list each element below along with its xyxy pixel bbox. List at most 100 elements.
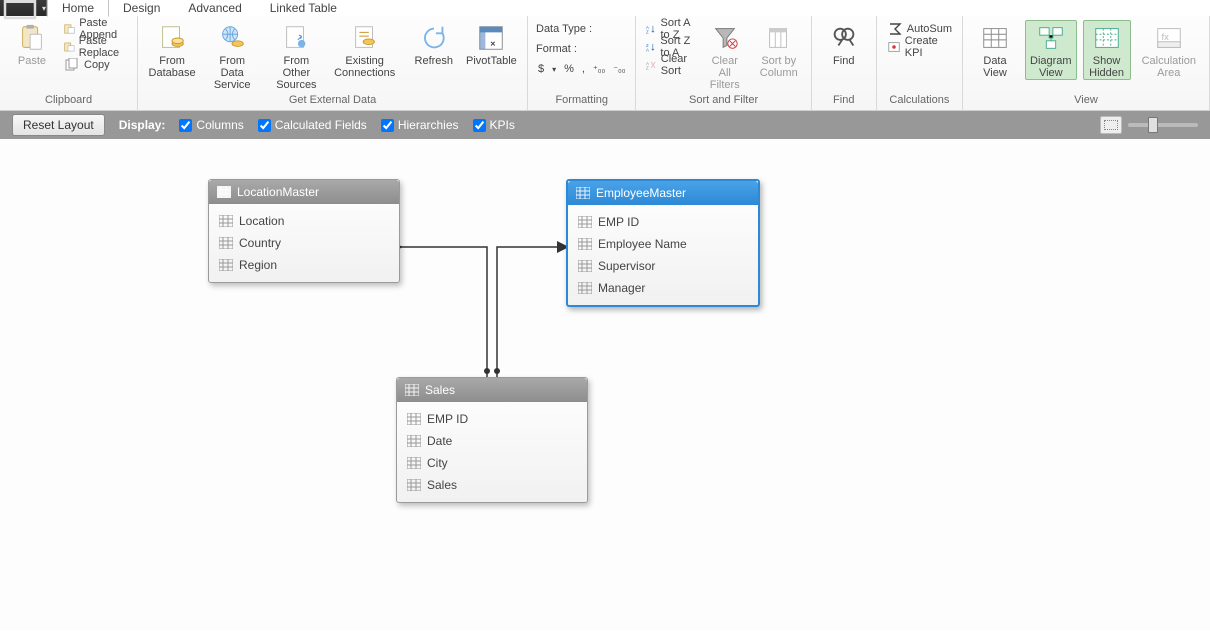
clear-sort-label: Clear Sort xyxy=(661,53,693,77)
comma-format-button[interactable]: , xyxy=(580,63,587,75)
group-get-external-data: FromDatabase From DataService From Other… xyxy=(138,16,528,110)
data-view-label: DataView xyxy=(983,55,1007,79)
find-label: Find xyxy=(833,55,854,67)
calculation-area-button[interactable]: fx CalculationArea xyxy=(1137,20,1201,80)
from-data-service-label: From DataService xyxy=(209,55,255,91)
column-employee-name[interactable]: Employee Name xyxy=(574,233,752,255)
table-locationmaster[interactable]: LocationMaster Location Country Region xyxy=(208,179,400,283)
sort-by-column-label: Sort byColumn xyxy=(760,55,798,79)
increase-decimal-button[interactable]: ⁺₀₀ xyxy=(591,64,607,75)
column-manager[interactable]: Manager xyxy=(574,277,752,299)
hierarchies-checkbox[interactable]: Hierarchies xyxy=(381,118,459,132)
from-database-label: FromDatabase xyxy=(149,55,196,79)
existing-connections-button[interactable]: ExistingConnections xyxy=(332,20,396,80)
group-calculations: AutoSum Create KPI Calculations xyxy=(877,16,963,110)
show-hidden-button[interactable]: ShowHidden xyxy=(1083,20,1131,80)
copy-button[interactable]: Copy xyxy=(62,56,129,74)
column-date[interactable]: Date xyxy=(403,430,581,452)
from-other-sources-label: From OtherSources xyxy=(271,55,321,91)
table-header[interactable]: EmployeeMaster xyxy=(568,181,758,205)
sort-by-column-button[interactable]: Sort byColumn xyxy=(755,20,803,80)
refresh-label: Refresh xyxy=(415,55,454,67)
kpis-checkbox[interactable]: KPIs xyxy=(473,118,515,132)
column-sales[interactable]: Sales xyxy=(403,474,581,496)
pivottable-label: PivotTable xyxy=(466,55,517,67)
svg-text:Z: Z xyxy=(646,66,649,71)
from-database-button[interactable]: FromDatabase xyxy=(146,20,198,80)
from-data-service-button[interactable]: From DataService xyxy=(204,20,260,92)
copy-label: Copy xyxy=(84,59,110,71)
app-menu-icon[interactable]: ▾ xyxy=(0,0,47,16)
group-view-label: View xyxy=(971,94,1201,108)
table-header[interactable]: Sales xyxy=(397,378,587,402)
table-title: EmployeeMaster xyxy=(596,186,686,200)
paste-label: Paste xyxy=(18,55,46,67)
group-clipboard: Paste Paste Append Paste Replace Copy Cl… xyxy=(0,16,138,110)
currency-format-button[interactable]: $ xyxy=(536,63,546,75)
column-supervisor[interactable]: Supervisor xyxy=(574,255,752,277)
table-title: LocationMaster xyxy=(237,185,319,199)
data-view-button[interactable]: DataView xyxy=(971,20,1019,80)
group-sort-filter: AZSort A to Z ZASort Z to A AZClear Sort… xyxy=(636,16,811,110)
diagram-view-label: DiagramView xyxy=(1030,55,1072,79)
table-employeemaster[interactable]: EmployeeMaster EMP ID Employee Name Supe… xyxy=(566,179,760,307)
menu-tabs: ▾ Home Design Advanced Linked Table xyxy=(0,0,1210,16)
table-title: Sales xyxy=(425,383,455,397)
fit-to-screen-button[interactable] xyxy=(1100,116,1122,134)
table-sales[interactable]: Sales EMP ID Date City Sales xyxy=(396,377,588,503)
tab-linked-table[interactable]: Linked Table xyxy=(256,0,351,16)
calculated-fields-checkbox[interactable]: Calculated Fields xyxy=(258,118,367,132)
display-toolbar: Reset Layout Display: Columns Calculated… xyxy=(0,111,1210,139)
svg-text:fx: fx xyxy=(1161,32,1169,42)
from-other-sources-button[interactable]: From OtherSources xyxy=(266,20,326,92)
find-button[interactable]: Find xyxy=(820,20,868,68)
create-kpi-button[interactable]: Create KPI xyxy=(885,38,954,56)
tab-home[interactable]: Home xyxy=(47,0,109,17)
table-icon xyxy=(576,187,590,199)
group-find: Find Find xyxy=(812,16,877,110)
group-get-external-data-label: Get External Data xyxy=(146,94,519,108)
column-emp-id[interactable]: EMP ID xyxy=(574,211,752,233)
display-label: Display: xyxy=(119,118,166,132)
show-hidden-label: ShowHidden xyxy=(1089,55,1124,79)
group-view: DataView DiagramView ShowHidden fx Calcu… xyxy=(963,16,1210,110)
data-type-label[interactable]: Data Type : xyxy=(536,20,627,38)
table-icon xyxy=(217,186,231,198)
clear-all-filters-button[interactable]: Clear AllFilters xyxy=(701,20,749,92)
diagram-view-button[interactable]: DiagramView xyxy=(1025,20,1077,80)
columns-checkbox[interactable]: Columns xyxy=(179,118,243,132)
table-icon xyxy=(405,384,419,396)
paste-replace-button[interactable]: Paste Replace xyxy=(62,38,129,56)
clear-sort-button[interactable]: AZClear Sort xyxy=(644,56,694,74)
zoom-slider[interactable] xyxy=(1128,123,1198,127)
pivottable-button[interactable]: PivotTable xyxy=(464,20,519,68)
column-city[interactable]: City xyxy=(403,452,581,474)
format-label[interactable]: Format : xyxy=(536,40,627,58)
svg-text:A: A xyxy=(646,47,649,52)
decrease-decimal-button[interactable]: ⁻₀₀ xyxy=(611,64,627,75)
reset-layout-button[interactable]: Reset Layout xyxy=(12,114,105,136)
group-formatting-label: Formatting xyxy=(536,94,627,108)
tab-advanced[interactable]: Advanced xyxy=(174,0,255,16)
group-clipboard-label: Clipboard xyxy=(8,94,129,108)
group-calculations-label: Calculations xyxy=(885,94,954,108)
clear-all-filters-label: Clear AllFilters xyxy=(706,55,744,91)
existing-connections-label: ExistingConnections xyxy=(334,55,395,79)
percent-format-button[interactable]: % xyxy=(562,63,576,75)
column-region[interactable]: Region xyxy=(215,254,393,276)
group-sort-filter-label: Sort and Filter xyxy=(644,94,802,108)
create-kpi-label: Create KPI xyxy=(905,35,952,59)
refresh-button[interactable]: Refresh xyxy=(410,20,458,68)
group-formatting: Data Type : Format : $▾ % , ⁺₀₀ ⁻₀₀ Form… xyxy=(528,16,636,110)
column-location[interactable]: Location xyxy=(215,210,393,232)
group-find-label: Find xyxy=(820,94,868,108)
autosum-label: AutoSum xyxy=(907,23,952,35)
column-country[interactable]: Country xyxy=(215,232,393,254)
table-header[interactable]: LocationMaster xyxy=(209,180,399,204)
column-emp-id[interactable]: EMP ID xyxy=(403,408,581,430)
diagram-canvas[interactable]: LocationMaster Location Country Region E… xyxy=(0,139,1210,631)
ribbon: Paste Paste Append Paste Replace Copy Cl… xyxy=(0,16,1210,111)
svg-text:Z: Z xyxy=(646,29,649,34)
tab-design[interactable]: Design xyxy=(109,0,174,16)
paste-button[interactable]: Paste xyxy=(8,20,56,68)
